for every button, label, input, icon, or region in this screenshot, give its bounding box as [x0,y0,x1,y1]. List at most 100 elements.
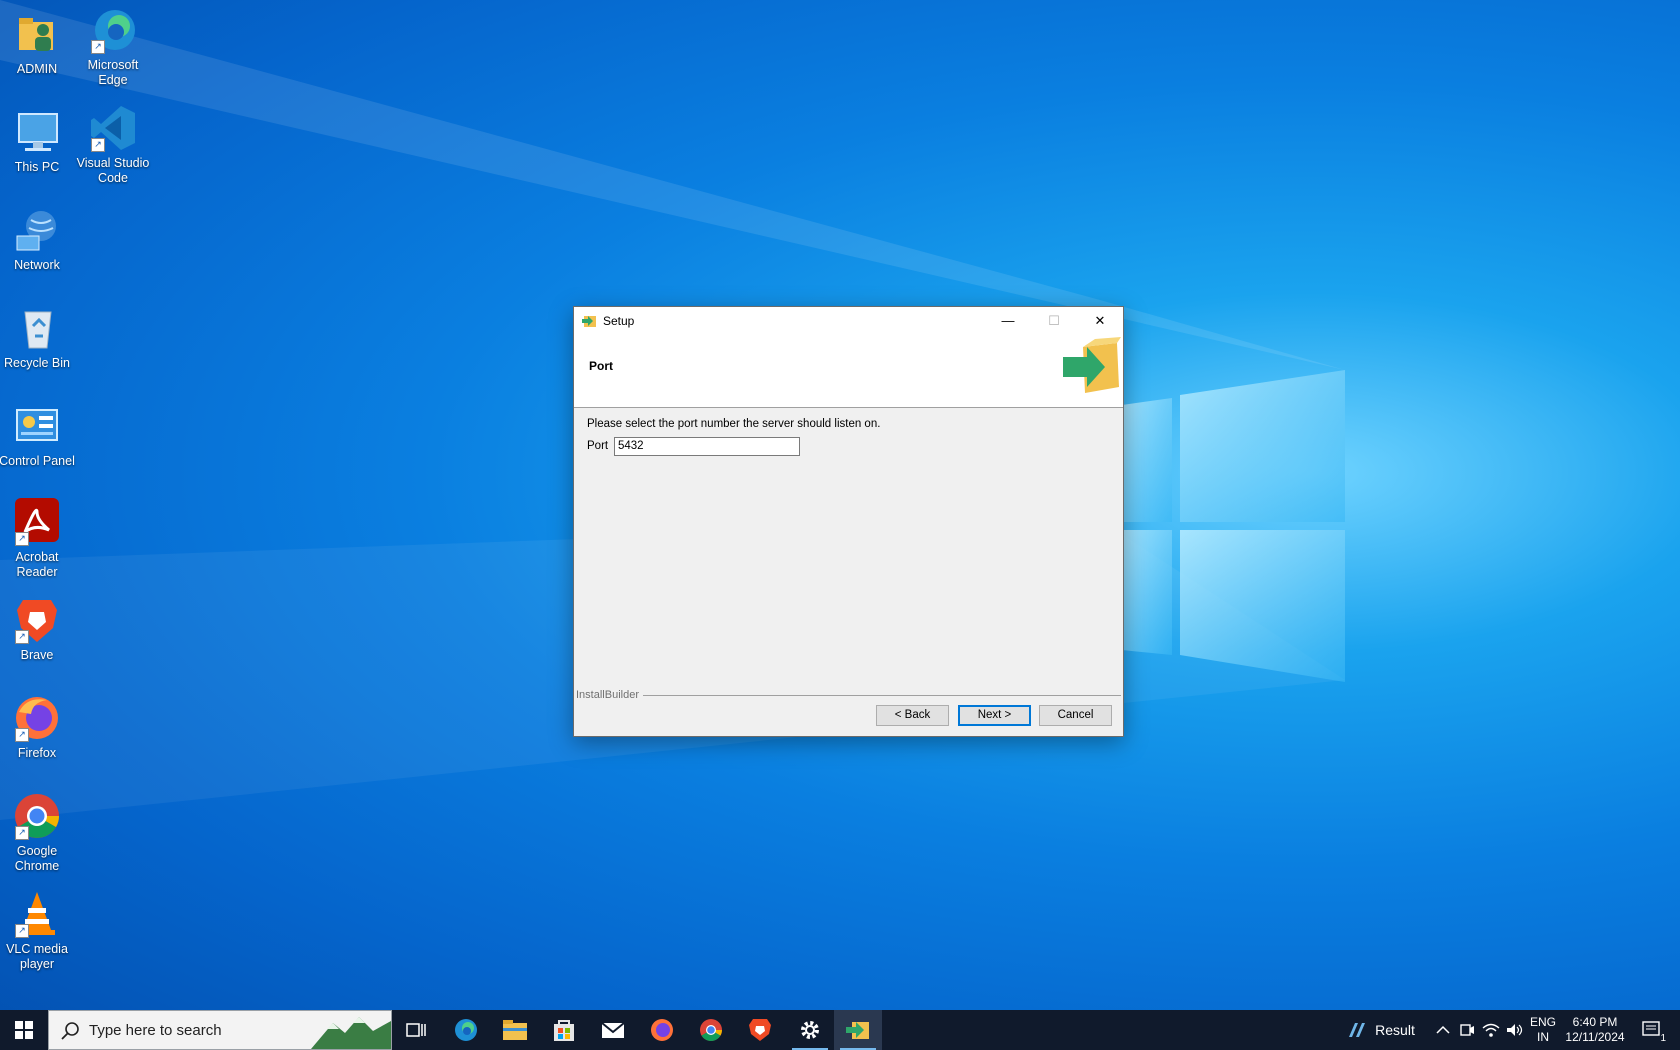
weather-widget[interactable]: Result [1340,1010,1420,1050]
desktop-icon-label: Google Chrome [14,844,60,873]
taskbar-setup[interactable] [834,1010,882,1050]
desktop-icon-vlc[interactable]: ↗ VLC media player [0,890,76,972]
tray-overflow-button[interactable] [1431,1010,1455,1050]
desktop-icon-label: This PC [14,160,60,174]
network-globe-icon [13,206,61,254]
edge-icon [455,1019,477,1041]
page-title: Port [589,359,613,373]
desktop-icon-label: VLC media player [6,942,68,971]
desktop-icon-label: Firefox [17,746,57,760]
camera-icon [1460,1024,1474,1036]
desktop-icon-recycle-bin[interactable]: Recycle Bin [0,304,76,371]
shortcut-arrow-icon: ↗ [15,532,29,546]
shortcut-arrow-icon: ↗ [91,138,105,152]
weather-label: Result [1375,1022,1415,1038]
store-bag-icon [554,1020,574,1041]
taskbar-file-explorer[interactable] [491,1010,539,1050]
acrobat-icon: ↗ [13,498,61,546]
computer-icon [13,108,61,156]
setup-dialog: Setup — ☐ ✕ Port Please select the port … [573,306,1124,737]
taskbar-brave[interactable] [736,1010,784,1050]
gear-icon [801,1021,819,1039]
windows-logo-icon [15,1021,33,1039]
desktop-icon-firefox[interactable]: ↗ Firefox [0,694,76,761]
desktop-icon-vscode[interactable]: ↗ Visual Studio Code [74,104,152,186]
installer-icon [846,1022,869,1039]
desktop-icon-label: ADMIN [16,62,58,76]
clock[interactable]: 6:40 PM 12/11/2024 [1562,1015,1628,1045]
chrome-icon: ↗ [13,792,61,840]
search-icon [61,1022,79,1040]
cancel-button[interactable]: Cancel [1039,705,1112,726]
task-view-button[interactable] [392,1010,440,1050]
shortcut-arrow-icon: ↗ [15,630,29,644]
close-button[interactable]: ✕ [1077,307,1123,335]
port-description: Please select the port number the server… [587,418,881,430]
vlc-cone-icon: ↗ [13,890,61,938]
taskbar-firefox[interactable] [638,1010,686,1050]
taskbar-search-box[interactable]: Type here to search [48,1010,392,1050]
installbuilder-brand: InstallBuilder [576,689,643,701]
taskbar-edge[interactable] [442,1010,490,1050]
clock-time: 6:40 PM [1572,1015,1618,1029]
minimize-button[interactable]: — [985,307,1031,335]
language-region: IN [1537,1030,1549,1044]
desktop-icon-this-pc[interactable]: This PC [0,108,76,175]
desktop-icon-edge[interactable]: ↗ Microsoft Edge [74,6,152,88]
folder-icon [503,1020,527,1040]
brave-lion-icon: ↗ [13,596,61,644]
weather-icon [1349,1023,1366,1037]
notification-count: 1 [1660,1033,1666,1044]
maximize-button[interactable]: ☐ [1031,307,1077,335]
desktop-icon-label: Control Panel [0,454,75,468]
tray-volume-button[interactable] [1503,1010,1527,1050]
dialog-titlebar[interactable]: Setup — ☐ ✕ [574,307,1123,335]
desktop-icon-control-panel[interactable]: Control Panel [0,402,76,469]
shortcut-arrow-icon: ↗ [15,826,29,840]
language-code: ENG [1529,1015,1556,1029]
shortcut-arrow-icon: ↗ [15,728,29,742]
taskbar: Type here to search Result ENG IN 6:40 P… [0,1010,1680,1050]
control-panel-icon [13,402,61,450]
search-placeholder: Type here to search [89,1022,222,1039]
desktop-icon-label: Visual Studio Code [76,156,150,185]
port-label: Port [587,440,609,452]
desktop-icon-acrobat[interactable]: ↗ Acrobat Reader [0,498,76,580]
clock-date: 12/11/2024 [1565,1030,1625,1044]
notification-center-button[interactable]: 1 [1632,1010,1672,1050]
chevron-up-icon [1436,1025,1450,1034]
taskbar-store[interactable] [540,1010,588,1050]
desktop-icon-label: Network [14,258,60,272]
next-button[interactable]: Next > [958,705,1031,726]
back-button[interactable]: < Back [876,705,949,726]
user-folder-icon [13,10,61,58]
shortcut-arrow-icon: ↗ [15,924,29,938]
start-button[interactable] [0,1010,48,1050]
desktop-icon-admin[interactable]: ADMIN [0,10,76,77]
desktop-icon-network[interactable]: Network [0,206,76,273]
recycle-bin-icon [13,304,61,352]
language-indicator[interactable]: ENG IN [1528,1015,1558,1045]
tray-meet-button[interactable] [1455,1010,1479,1050]
taskbar-chrome[interactable] [687,1010,735,1050]
task-view-icon [406,1023,426,1037]
shortcut-arrow-icon: ↗ [91,40,105,54]
desktop-icon-label: Microsoft Edge [87,58,139,87]
firefox-icon [651,1019,673,1041]
taskbar-settings[interactable] [786,1010,834,1050]
chrome-icon [700,1019,722,1041]
taskbar-mail[interactable] [589,1010,637,1050]
desktop-icon-brave[interactable]: ↗ Brave [0,596,76,663]
notification-icon [1642,1021,1660,1036]
desktop-icon-chrome[interactable]: ↗ Google Chrome [0,792,76,874]
tray-network-button[interactable] [1479,1010,1503,1050]
installer-icon [581,313,597,329]
dialog-header: Port [574,335,1123,408]
edge-icon: ↗ [89,6,137,54]
desktop-icon-label: Brave [20,648,54,662]
dialog-title: Setup [603,314,635,328]
desktop-icon-label: Recycle Bin [4,356,70,370]
port-input[interactable] [614,437,800,456]
brand-divider [576,695,1121,696]
mail-icon [601,1022,625,1038]
